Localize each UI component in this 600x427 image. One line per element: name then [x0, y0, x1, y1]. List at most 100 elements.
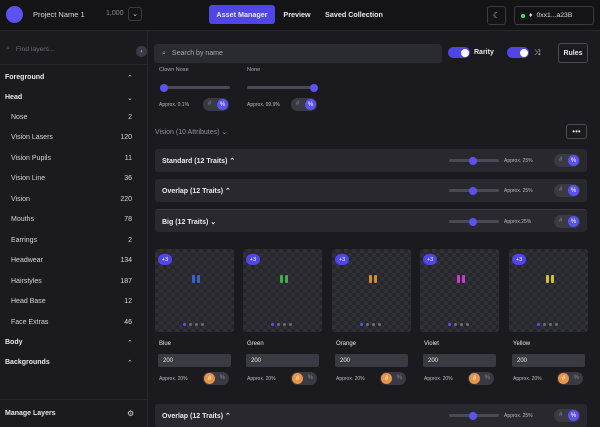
rarity-slider[interactable] — [247, 83, 318, 92]
variant-count-badge[interactable]: +3 — [246, 254, 260, 265]
variant-count-badge[interactable]: +3 — [512, 254, 526, 265]
slider-knob[interactable] — [469, 186, 477, 195]
tab-saved-collection[interactable]: Saved Collection — [323, 5, 385, 24]
trait-group-standard[interactable]: Standard (12 Traits) ⌃ Approx. 25% #% — [155, 149, 587, 172]
item-count: 12 — [124, 298, 132, 305]
tab-preview[interactable]: Preview — [278, 5, 316, 24]
carousel-dots[interactable] — [448, 323, 469, 326]
trait-group-overlap[interactable]: Overlap (12 Traits) ⌃ Approx. 25% #% — [155, 179, 587, 202]
trait-name: Orange — [336, 341, 357, 347]
search-icon: ⌕ — [162, 49, 166, 57]
trait-card-orange[interactable]: +3 — [332, 249, 411, 332]
app-logo[interactable] — [6, 6, 23, 23]
carousel-dots[interactable] — [360, 323, 381, 326]
vision-attributes-heading[interactable]: Vision (10 Attributes) ⌄ — [155, 128, 227, 136]
trait-card-blue[interactable]: +3 — [155, 249, 234, 332]
carousel-dots[interactable] — [537, 323, 558, 326]
group-head[interactable]: Head — [5, 94, 22, 101]
carousel-dots[interactable] — [183, 323, 204, 326]
trait-group-big[interactable]: Big (12 Traits) ⌄ Approx.25% #% — [155, 209, 587, 232]
value-mode-toggle[interactable]: #% — [203, 372, 229, 385]
chevron-up-icon[interactable]: ⌃ — [127, 339, 133, 347]
variant-count-badge[interactable]: +3 — [335, 254, 349, 265]
group-rarity-slider[interactable] — [449, 411, 499, 420]
tab-asset-manager[interactable]: Asset Manager — [209, 5, 275, 24]
chevron-down-icon[interactable]: ⌄ — [127, 94, 133, 102]
sidebar-item-face-extras[interactable]: Face Extras 46 — [11, 319, 132, 326]
value-mode-toggle[interactable]: #% — [554, 409, 580, 422]
value-mode-toggle[interactable]: #% — [557, 372, 583, 385]
trait-card-violet[interactable]: +3 — [420, 249, 499, 332]
variant-count-badge[interactable]: +3 — [423, 254, 437, 265]
sidebar-item-hairstyles[interactable]: Hairstyles 187 — [11, 278, 132, 285]
trait-search-input[interactable]: ⌕ Search by name — [154, 44, 442, 63]
chevron-up-icon[interactable]: ⌃ — [127, 74, 133, 82]
variant-count-badge[interactable]: +3 — [158, 254, 172, 265]
value-mode-toggle[interactable]: #% — [554, 154, 580, 167]
hash-option: # — [558, 373, 569, 384]
rarity-toggle[interactable] — [448, 47, 470, 58]
hash-option: # — [204, 373, 215, 384]
sidebar-item-earrings[interactable]: Earrings 2 — [11, 237, 132, 244]
more-options-button[interactable]: ••• — [566, 124, 587, 139]
shuffle-toggle[interactable] — [507, 47, 529, 58]
sidebar-item-vision-line[interactable]: Vision Line 36 — [11, 175, 132, 182]
trait-count-input[interactable]: 200 — [512, 354, 585, 367]
slider-knob[interactable] — [469, 411, 477, 420]
group-rarity-slider[interactable] — [449, 186, 499, 195]
sidebar-item-mouths[interactable]: Mouths 78 — [11, 216, 132, 223]
sidebar-item-vision[interactable]: Vision 220 — [11, 196, 132, 203]
value-mode-toggle[interactable]: #% — [554, 215, 580, 228]
value-mode-toggle[interactable]: #% — [554, 184, 580, 197]
percent-option: % — [484, 374, 490, 381]
value-mode-toggle[interactable]: #% — [380, 372, 406, 385]
group-rarity-slider[interactable] — [449, 156, 499, 165]
sidebar-item-vision-pupils[interactable]: Vision Pupils 11 — [11, 155, 132, 162]
trait-group-overlap-2[interactable]: Overlap (12 Traits) ⌃ Approx. 25% #% — [155, 404, 587, 427]
group-title: Standard (12 Traits) ⌃ — [162, 157, 235, 165]
group-rarity-slider[interactable] — [449, 217, 499, 226]
group-title-text: Standard (12 Traits) — [162, 158, 228, 165]
group-body[interactable]: Body — [5, 339, 23, 346]
theme-toggle-button[interactable]: ☾ — [487, 6, 506, 25]
chevron-up-icon[interactable]: ⌃ — [127, 359, 133, 367]
project-name[interactable]: Project Name 1 — [33, 10, 85, 19]
project-dropdown-button[interactable]: ⌄ — [128, 7, 142, 21]
group-foreground[interactable]: Foreground — [5, 74, 44, 81]
shuffle-icon: ⤨ — [534, 48, 541, 57]
carousel-dots[interactable] — [271, 323, 292, 326]
group-title: Big (12 Traits) ⌄ — [162, 218, 216, 226]
rarity-slider[interactable] — [160, 83, 230, 92]
value-mode-toggle[interactable]: #% — [291, 98, 317, 111]
trait-count-input[interactable]: 200 — [423, 354, 496, 367]
trait-card-yellow[interactable]: +3 — [509, 249, 588, 332]
item-label: Vision Lasers — [11, 134, 53, 141]
sidebar-item-vision-lasers[interactable]: Vision Lasers 120 — [11, 134, 132, 141]
slider-knob[interactable] — [160, 83, 168, 92]
item-count: 11 — [124, 155, 132, 162]
sidebar-item-headwear[interactable]: Headwear 134 — [11, 257, 132, 264]
sidebar-item-head-base[interactable]: Head Base 12 — [11, 298, 132, 305]
value-mode-toggle[interactable]: #% — [203, 98, 229, 111]
collapse-sidebar-button[interactable]: ‹ — [136, 46, 147, 57]
value-mode-toggle[interactable]: #% — [468, 372, 494, 385]
trait-count-input[interactable]: 200 — [246, 354, 319, 367]
item-label: Nose — [11, 114, 28, 121]
slider-knob[interactable] — [469, 156, 477, 165]
value-mode-toggle[interactable]: #% — [291, 372, 317, 385]
group-backgrounds[interactable]: Backgrounds — [5, 359, 50, 366]
slider-knob[interactable] — [310, 83, 318, 92]
item-label: Vision — [11, 196, 30, 203]
trait-card-green[interactable]: +3 — [243, 249, 322, 332]
slider-knob[interactable] — [469, 217, 477, 226]
chevron-up-icon: ⌃ — [225, 188, 231, 195]
rules-button[interactable]: Rules — [558, 43, 588, 63]
trait-count-input[interactable]: 200 — [335, 354, 408, 367]
trait-count-input[interactable]: 200 — [158, 354, 231, 367]
wallet-button[interactable]: ♦ 0xx1...a23B — [514, 6, 594, 25]
gear-icon[interactable]: ⚙ — [127, 409, 134, 418]
manage-layers-label[interactable]: Manage Layers — [5, 410, 56, 417]
hash-option: # — [559, 217, 563, 224]
layer-search-input[interactable]: ⌕ Find layers... — [6, 45, 55, 53]
sidebar-item-nose[interactable]: Nose 2 — [11, 114, 132, 121]
